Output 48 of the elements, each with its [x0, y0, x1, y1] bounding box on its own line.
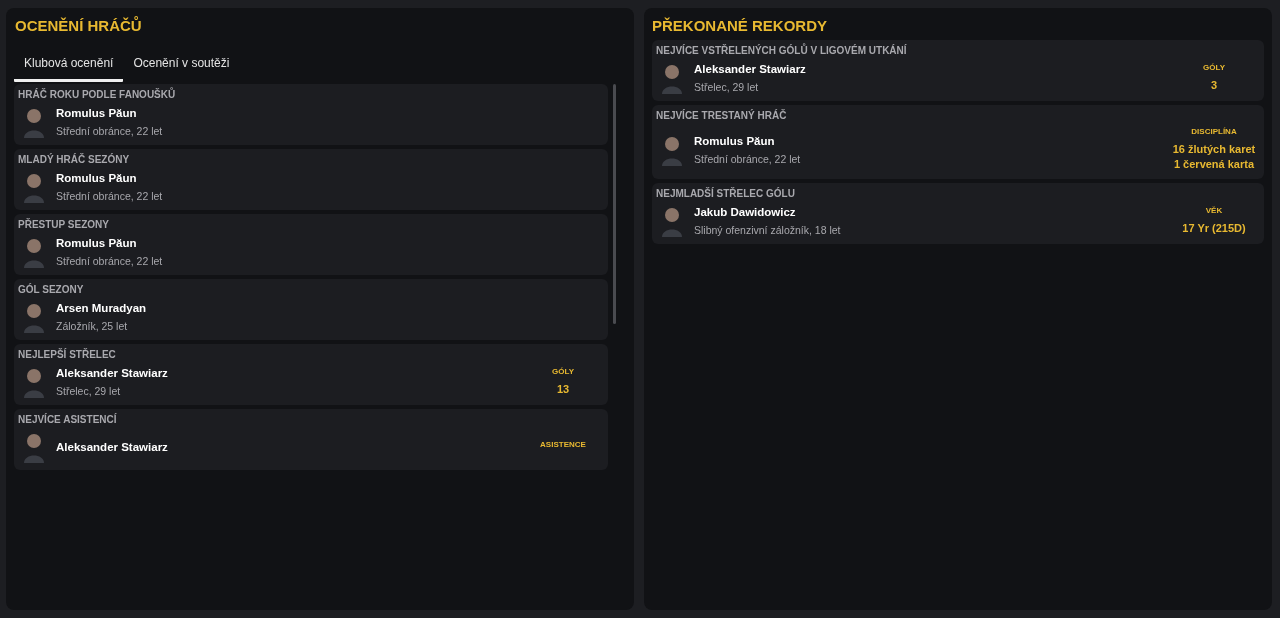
player-name[interactable]: Romulus Păun: [56, 107, 604, 119]
player-name[interactable]: Aleksander Stawiarz: [694, 63, 1158, 75]
stat-label: GÓLY: [552, 367, 574, 376]
player-avatar-icon: [660, 205, 684, 237]
player-details: Střelec, 29 let: [694, 81, 760, 93]
award-category: NEJMLADŠÍ STŘELEC GÓLU: [656, 188, 796, 201]
player-name[interactable]: Romulus Păun: [56, 172, 604, 184]
award-category: NEJVÍCE VSTŘELENÝCH GÓLŮ V LIGOVÉM UTKÁNÍ: [656, 45, 908, 58]
award-category: PŘESTUP SEZONY: [18, 219, 110, 232]
player-details: Střední obránce, 22 let: [56, 255, 164, 267]
player-avatar-icon: [660, 62, 684, 94]
player-name[interactable]: Aleksander Stawiarz: [56, 441, 508, 453]
player-details: Střední obránce, 22 let: [56, 190, 164, 202]
player-details: Střední obránce, 22 let: [56, 125, 164, 137]
player-details: Střední obránce, 22 let: [694, 152, 802, 165]
player-details: Slibný ofenzivní záložník, 18 let: [694, 224, 842, 236]
player-name[interactable]: Jakub Dawidowicz: [694, 206, 1158, 218]
award-category: NEJVÍCE ASISTENCÍ: [18, 414, 118, 427]
stat-label: DISCIPLÍNA: [1191, 127, 1237, 136]
stat-value: 16 žlutých karet: [1172, 142, 1256, 157]
stat-value: 17 Yr (215D): [1182, 221, 1246, 236]
award-category: MLADÝ HRÁČ SEZÓNY: [18, 154, 131, 167]
panel-title: OCENĚNÍ HRÁČŮ: [14, 15, 143, 36]
player-avatar-icon: [22, 106, 46, 138]
player-avatar-icon: [22, 236, 46, 268]
player-name[interactable]: Romulus Păun: [56, 237, 604, 249]
tab[interactable]: Ocenění v soutěži: [123, 50, 240, 82]
stat-label: GÓLY: [1203, 63, 1225, 72]
player-avatar-icon: [22, 301, 46, 333]
scrollbar[interactable]: [613, 84, 616, 324]
stat-value: 3: [1210, 78, 1218, 93]
panel-title: PŘEKONANÉ REKORDY: [652, 16, 829, 36]
stat-value: 13: [556, 382, 570, 397]
award-category: GÓL SEZONY: [18, 284, 85, 297]
player-name[interactable]: Romulus Păun: [694, 134, 1158, 147]
player-name[interactable]: Aleksander Stawiarz: [56, 367, 508, 379]
stat-label: VĚK: [1205, 206, 1223, 215]
award-category: NEJLEPŠÍ STŘELEC: [18, 349, 117, 362]
stat-label: ASISTENCE: [540, 439, 586, 449]
player-avatar-icon: [22, 171, 46, 203]
player-details: Záložník, 25 let: [56, 320, 129, 332]
player-details: Střelec, 29 let: [56, 385, 122, 397]
stat-value: 1 červená karta: [1173, 157, 1255, 172]
award-category: NEJVÍCE TRESTANÝ HRÁČ: [656, 110, 788, 123]
player-name[interactable]: Arsen Muradyan: [56, 302, 604, 314]
award-category: HRÁČ ROKU PODLE FANOUŠKŮ: [18, 89, 177, 102]
player-avatar-icon: [22, 431, 46, 463]
player-avatar-icon: [22, 366, 46, 398]
